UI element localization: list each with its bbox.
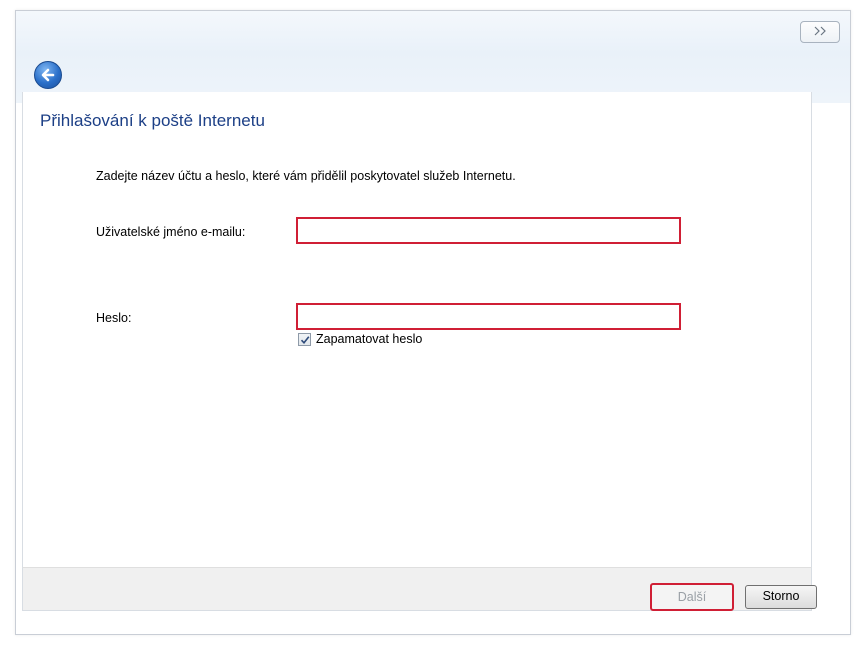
back-arrow-icon — [41, 68, 55, 82]
username-label: Uživatelské jméno e-mailu: — [96, 225, 246, 239]
stage: Přihlašování k poště Internetu Zadejte n… — [0, 0, 865, 646]
username-input[interactable] — [296, 217, 681, 244]
cancel-button[interactable]: Storno — [745, 585, 817, 609]
password-input[interactable] — [296, 303, 681, 330]
back-button[interactable] — [34, 61, 62, 89]
remember-password-checkbox[interactable] — [298, 332, 311, 346]
password-label: Heslo: — [96, 311, 132, 325]
next-button[interactable]: Další — [650, 583, 734, 611]
close-icon — [813, 25, 827, 39]
close-button[interactable] — [800, 21, 840, 43]
remember-password-row[interactable]: Zapamatovat heslo — [298, 331, 422, 347]
checkmark-icon — [300, 335, 310, 344]
page-title: Přihlašování k poště Internetu — [40, 111, 265, 130]
title-bar — [16, 11, 850, 103]
remember-password-label: Zapamatovat heslo — [316, 332, 423, 346]
instruction-text: Zadejte název účtu a heslo, které vám př… — [96, 169, 516, 183]
